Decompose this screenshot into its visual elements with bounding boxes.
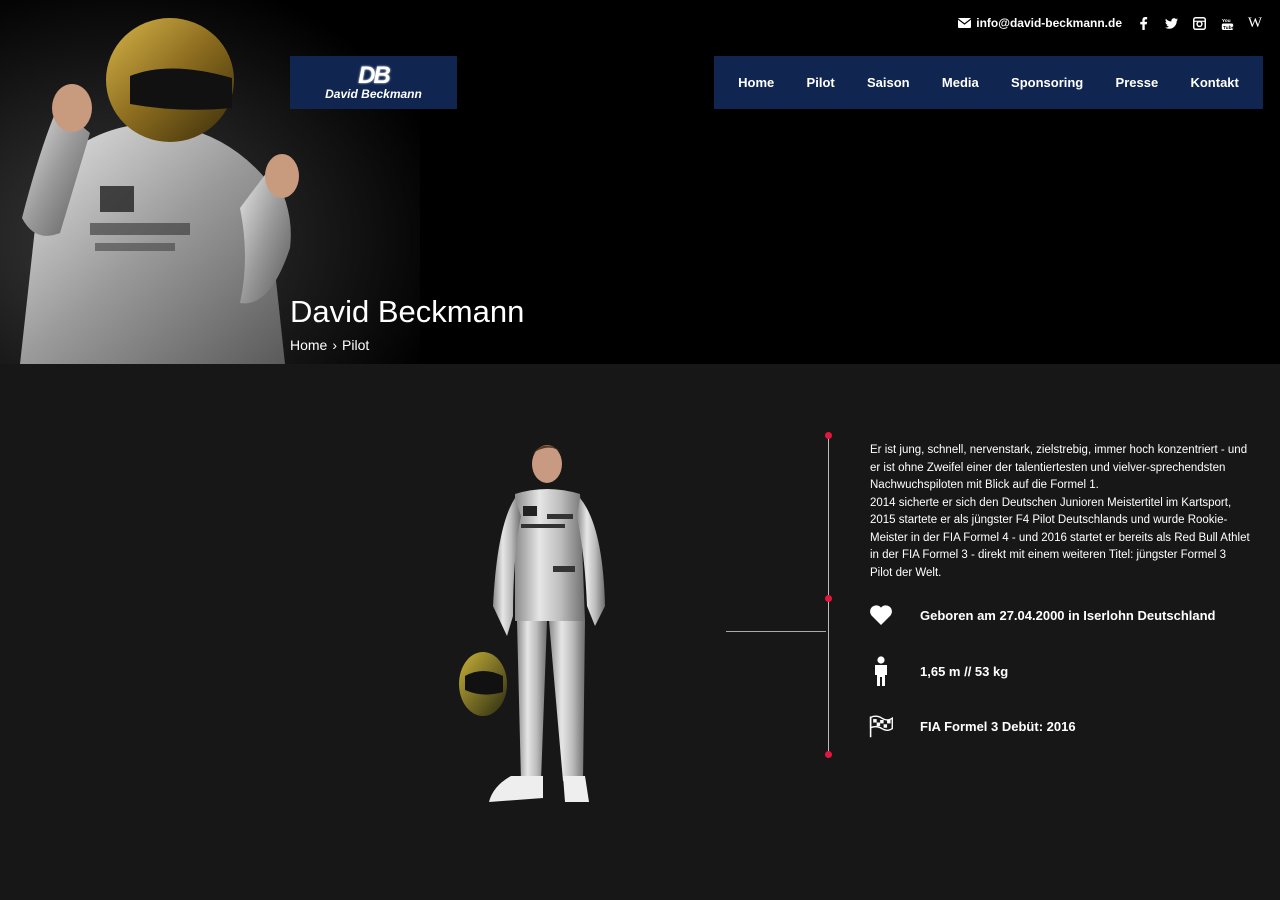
logo-mark: DB [358,61,391,89]
pilot-content: Er ist jung, schnell, nervenstark, ziels… [0,364,1280,900]
main-nav: Home Pilot Saison Media Sponsoring Press… [714,56,1263,109]
fact-text: 1,65 m // 53 kg [920,663,1009,679]
breadcrumb: Home › Pilot [290,337,369,353]
fact-size: 1,65 m // 53 kg [868,656,1008,686]
nav-item-pilot[interactable]: Pilot [807,75,835,90]
twitter-icon[interactable] [1164,16,1178,30]
instagram-icon[interactable] [1192,16,1206,30]
timeline-dot-bottom [825,751,832,758]
wikipedia-icon[interactable]: W [1248,15,1262,31]
nav-item-media[interactable]: Media [942,75,979,90]
breadcrumb-home[interactable]: Home [290,337,327,353]
bio-paragraph-2: 2014 sicherte er sich den Deutschen Juni… [870,496,1250,579]
nav-item-sponsoring[interactable]: Sponsoring [1011,75,1083,90]
nav-item-presse[interactable]: Presse [1116,75,1159,90]
logo-name: David Beckmann [325,86,422,101]
envelope-icon [958,18,972,28]
nav-item-saison[interactable]: Saison [867,75,910,90]
facebook-icon[interactable] [1136,16,1150,30]
hero-banner: info@david-beckmann.de You Tube W DB Davi… [0,0,1280,364]
nav-item-kontakt[interactable]: Kontakt [1190,75,1238,90]
fact-birth: Geboren am 27.04.2000 in Iserlohn Deutsc… [868,602,1216,628]
timeline-connector [726,631,826,632]
email-text: info@david-beckmann.de [976,16,1122,30]
fact-text: Geboren am 27.04.2000 in Iserlohn Deutsc… [920,607,1216,623]
breadcrumb-separator: › [332,337,338,353]
timeline-dot-middle [825,595,832,602]
heart-icon [868,602,894,628]
page-title: David Beckmann [290,294,525,329]
bio-paragraph-1: Er ist jung, schnell, nervenstark, ziels… [870,444,1248,491]
youtube-icon[interactable]: You Tube [1220,16,1234,30]
fact-text: FIA Formel 3 Debüt: 2016 [920,718,1076,734]
site-logo[interactable]: DB David Beckmann [290,56,457,109]
fact-debut: FIA Formel 3 Debüt: 2016 [868,713,1076,739]
timeline-dot-top [825,432,832,439]
svg-text:Tube: Tube [1223,24,1234,29]
email-link[interactable]: info@david-beckmann.de [958,16,1122,30]
pilot-full-body-photo [459,445,605,802]
hero-driver-photo [20,18,299,364]
checkered-flag-icon [868,713,894,739]
nav-item-home[interactable]: Home [738,75,774,90]
breadcrumb-current: Pilot [342,337,370,353]
pilot-bio: Er ist jung, schnell, nervenstark, ziels… [870,442,1250,582]
svg-text:You: You [1221,17,1230,23]
top-contact-bar: info@david-beckmann.de You Tube W [958,15,1262,31]
person-icon [868,656,894,686]
